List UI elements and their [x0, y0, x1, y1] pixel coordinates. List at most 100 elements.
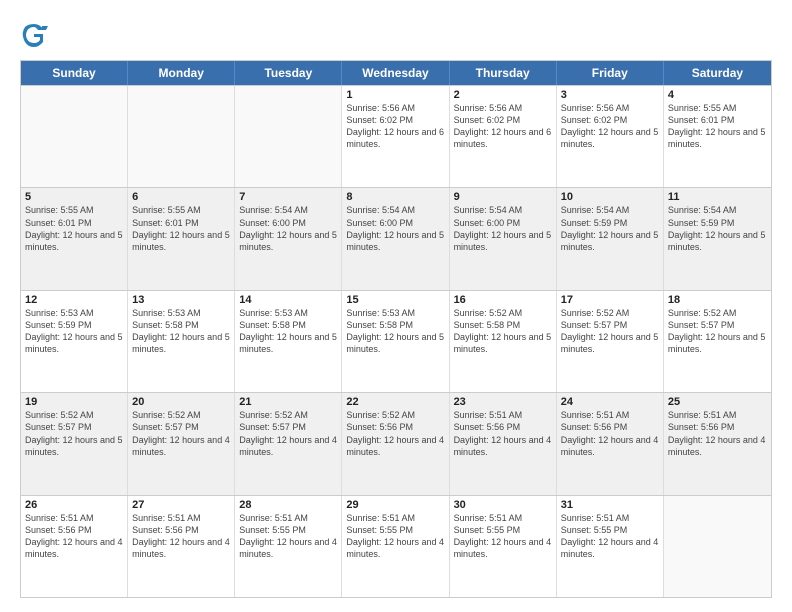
- day-number: 10: [561, 191, 659, 203]
- day-info: Sunrise: 5:54 AM Sunset: 6:00 PM Dayligh…: [454, 204, 552, 253]
- day-number: 4: [668, 89, 767, 101]
- page: SundayMondayTuesdayWednesdayThursdayFrid…: [0, 0, 792, 612]
- calendar-cell: 6Sunrise: 5:55 AM Sunset: 6:01 PM Daylig…: [128, 188, 235, 289]
- day-number: 21: [239, 396, 337, 408]
- calendar-row: 19Sunrise: 5:52 AM Sunset: 5:57 PM Dayli…: [21, 392, 771, 494]
- day-info: Sunrise: 5:54 AM Sunset: 6:00 PM Dayligh…: [239, 204, 337, 253]
- calendar-row: 5Sunrise: 5:55 AM Sunset: 6:01 PM Daylig…: [21, 187, 771, 289]
- calendar-cell: 23Sunrise: 5:51 AM Sunset: 5:56 PM Dayli…: [450, 393, 557, 494]
- day-number: 31: [561, 499, 659, 511]
- day-info: Sunrise: 5:52 AM Sunset: 5:57 PM Dayligh…: [132, 409, 230, 458]
- day-info: Sunrise: 5:53 AM Sunset: 5:58 PM Dayligh…: [346, 307, 444, 356]
- weekday-header: Wednesday: [342, 61, 449, 85]
- day-number: 29: [346, 499, 444, 511]
- day-info: Sunrise: 5:55 AM Sunset: 6:01 PM Dayligh…: [132, 204, 230, 253]
- day-info: Sunrise: 5:56 AM Sunset: 6:02 PM Dayligh…: [561, 102, 659, 151]
- calendar-cell: 1Sunrise: 5:56 AM Sunset: 6:02 PM Daylig…: [342, 86, 449, 187]
- day-number: 1: [346, 89, 444, 101]
- day-number: 12: [25, 294, 123, 306]
- calendar-cell: 21Sunrise: 5:52 AM Sunset: 5:57 PM Dayli…: [235, 393, 342, 494]
- day-info: Sunrise: 5:51 AM Sunset: 5:55 PM Dayligh…: [239, 512, 337, 561]
- day-number: 17: [561, 294, 659, 306]
- day-info: Sunrise: 5:53 AM Sunset: 5:59 PM Dayligh…: [25, 307, 123, 356]
- calendar-cell: 25Sunrise: 5:51 AM Sunset: 5:56 PM Dayli…: [664, 393, 771, 494]
- day-number: 18: [668, 294, 767, 306]
- calendar-cell: 4Sunrise: 5:55 AM Sunset: 6:01 PM Daylig…: [664, 86, 771, 187]
- calendar-cell: [21, 86, 128, 187]
- header: [20, 18, 772, 50]
- weekday-header: Thursday: [450, 61, 557, 85]
- calendar-cell: 30Sunrise: 5:51 AM Sunset: 5:55 PM Dayli…: [450, 496, 557, 597]
- calendar-cell: 27Sunrise: 5:51 AM Sunset: 5:56 PM Dayli…: [128, 496, 235, 597]
- calendar-cell: 31Sunrise: 5:51 AM Sunset: 5:55 PM Dayli…: [557, 496, 664, 597]
- day-info: Sunrise: 5:52 AM Sunset: 5:57 PM Dayligh…: [561, 307, 659, 356]
- weekday-header: Tuesday: [235, 61, 342, 85]
- calendar-cell: 10Sunrise: 5:54 AM Sunset: 5:59 PM Dayli…: [557, 188, 664, 289]
- calendar-cell: 8Sunrise: 5:54 AM Sunset: 6:00 PM Daylig…: [342, 188, 449, 289]
- calendar-cell: 20Sunrise: 5:52 AM Sunset: 5:57 PM Dayli…: [128, 393, 235, 494]
- day-info: Sunrise: 5:51 AM Sunset: 5:56 PM Dayligh…: [132, 512, 230, 561]
- day-info: Sunrise: 5:53 AM Sunset: 5:58 PM Dayligh…: [239, 307, 337, 356]
- calendar-cell: 28Sunrise: 5:51 AM Sunset: 5:55 PM Dayli…: [235, 496, 342, 597]
- day-info: Sunrise: 5:51 AM Sunset: 5:55 PM Dayligh…: [346, 512, 444, 561]
- calendar-cell: 13Sunrise: 5:53 AM Sunset: 5:58 PM Dayli…: [128, 291, 235, 392]
- calendar-cell: 15Sunrise: 5:53 AM Sunset: 5:58 PM Dayli…: [342, 291, 449, 392]
- day-number: 27: [132, 499, 230, 511]
- day-number: 23: [454, 396, 552, 408]
- day-info: Sunrise: 5:56 AM Sunset: 6:02 PM Dayligh…: [346, 102, 444, 151]
- calendar-cell: 9Sunrise: 5:54 AM Sunset: 6:00 PM Daylig…: [450, 188, 557, 289]
- logo: [20, 22, 52, 50]
- logo-icon: [20, 22, 48, 50]
- calendar-cell: [128, 86, 235, 187]
- calendar-row: 1Sunrise: 5:56 AM Sunset: 6:02 PM Daylig…: [21, 85, 771, 187]
- day-info: Sunrise: 5:54 AM Sunset: 5:59 PM Dayligh…: [668, 204, 767, 253]
- day-info: Sunrise: 5:54 AM Sunset: 6:00 PM Dayligh…: [346, 204, 444, 253]
- calendar: SundayMondayTuesdayWednesdayThursdayFrid…: [20, 60, 772, 598]
- day-info: Sunrise: 5:55 AM Sunset: 6:01 PM Dayligh…: [25, 204, 123, 253]
- day-number: 5: [25, 191, 123, 203]
- day-number: 3: [561, 89, 659, 101]
- day-info: Sunrise: 5:52 AM Sunset: 5:57 PM Dayligh…: [25, 409, 123, 458]
- day-info: Sunrise: 5:52 AM Sunset: 5:57 PM Dayligh…: [239, 409, 337, 458]
- weekday-header: Monday: [128, 61, 235, 85]
- day-info: Sunrise: 5:51 AM Sunset: 5:56 PM Dayligh…: [561, 409, 659, 458]
- calendar-cell: [664, 496, 771, 597]
- day-info: Sunrise: 5:51 AM Sunset: 5:56 PM Dayligh…: [25, 512, 123, 561]
- calendar-row: 26Sunrise: 5:51 AM Sunset: 5:56 PM Dayli…: [21, 495, 771, 597]
- day-number: 8: [346, 191, 444, 203]
- day-number: 19: [25, 396, 123, 408]
- day-number: 26: [25, 499, 123, 511]
- day-number: 13: [132, 294, 230, 306]
- calendar-cell: 22Sunrise: 5:52 AM Sunset: 5:56 PM Dayli…: [342, 393, 449, 494]
- day-info: Sunrise: 5:52 AM Sunset: 5:58 PM Dayligh…: [454, 307, 552, 356]
- day-number: 2: [454, 89, 552, 101]
- day-number: 24: [561, 396, 659, 408]
- day-number: 30: [454, 499, 552, 511]
- day-number: 15: [346, 294, 444, 306]
- calendar-cell: 7Sunrise: 5:54 AM Sunset: 6:00 PM Daylig…: [235, 188, 342, 289]
- calendar-cell: 17Sunrise: 5:52 AM Sunset: 5:57 PM Dayli…: [557, 291, 664, 392]
- calendar-cell: 12Sunrise: 5:53 AM Sunset: 5:59 PM Dayli…: [21, 291, 128, 392]
- calendar-cell: 2Sunrise: 5:56 AM Sunset: 6:02 PM Daylig…: [450, 86, 557, 187]
- day-number: 6: [132, 191, 230, 203]
- calendar-body: 1Sunrise: 5:56 AM Sunset: 6:02 PM Daylig…: [21, 85, 771, 597]
- day-number: 11: [668, 191, 767, 203]
- calendar-cell: 3Sunrise: 5:56 AM Sunset: 6:02 PM Daylig…: [557, 86, 664, 187]
- day-info: Sunrise: 5:55 AM Sunset: 6:01 PM Dayligh…: [668, 102, 767, 151]
- weekday-header: Sunday: [21, 61, 128, 85]
- calendar-cell: 14Sunrise: 5:53 AM Sunset: 5:58 PM Dayli…: [235, 291, 342, 392]
- day-number: 20: [132, 396, 230, 408]
- day-number: 7: [239, 191, 337, 203]
- weekday-header: Friday: [557, 61, 664, 85]
- day-info: Sunrise: 5:53 AM Sunset: 5:58 PM Dayligh…: [132, 307, 230, 356]
- day-number: 22: [346, 396, 444, 408]
- day-number: 16: [454, 294, 552, 306]
- day-info: Sunrise: 5:51 AM Sunset: 5:56 PM Dayligh…: [454, 409, 552, 458]
- day-info: Sunrise: 5:51 AM Sunset: 5:55 PM Dayligh…: [561, 512, 659, 561]
- calendar-cell: 16Sunrise: 5:52 AM Sunset: 5:58 PM Dayli…: [450, 291, 557, 392]
- day-number: 25: [668, 396, 767, 408]
- day-info: Sunrise: 5:56 AM Sunset: 6:02 PM Dayligh…: [454, 102, 552, 151]
- weekday-header: Saturday: [664, 61, 771, 85]
- calendar-cell: 19Sunrise: 5:52 AM Sunset: 5:57 PM Dayli…: [21, 393, 128, 494]
- calendar-cell: 11Sunrise: 5:54 AM Sunset: 5:59 PM Dayli…: [664, 188, 771, 289]
